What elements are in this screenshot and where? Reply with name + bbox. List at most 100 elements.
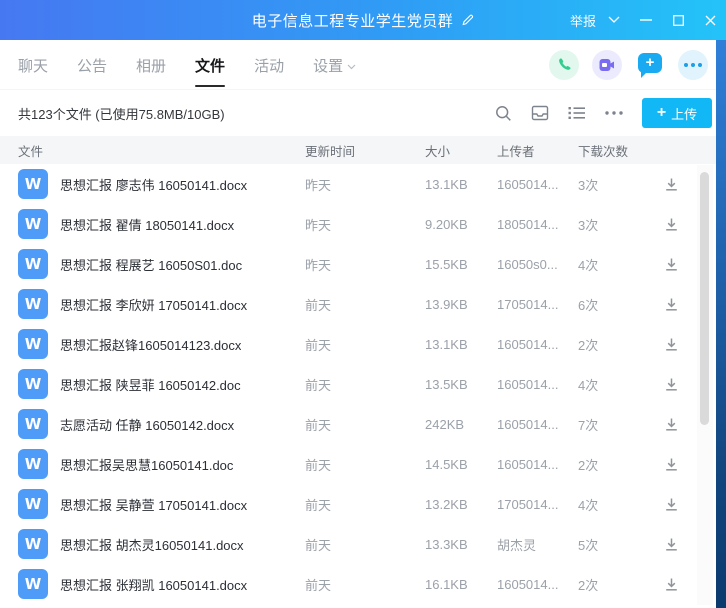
file-updated-time: 昨天 — [305, 215, 425, 234]
download-file-icon[interactable] — [662, 375, 681, 394]
file-cell: W 思想汇报 廖志伟 16050141.docx — [18, 169, 305, 199]
file-updated-time: 前天 — [305, 455, 425, 474]
download-file-icon[interactable] — [662, 255, 681, 274]
download-file-icon[interactable] — [662, 215, 681, 234]
file-row[interactable]: W 思想汇报 胡杰灵16050141.docx 前天 13.3KB 胡杰灵 5次 — [0, 524, 716, 564]
file-uploader: 1805014... — [497, 217, 578, 232]
download-file-icon[interactable] — [662, 295, 681, 314]
tab-settings[interactable]: 设置 — [313, 42, 356, 87]
file-row[interactable]: W 思想汇报 陕昱菲 16050142.doc 前天 13.5KB 160501… — [0, 364, 716, 404]
col-downloads: 下载次数 — [578, 141, 662, 160]
word-doc-icon: W — [18, 569, 48, 599]
file-download-count: 5次 — [578, 535, 662, 554]
col-updated: 更新时间 — [305, 141, 425, 160]
file-name: 思想汇报 张翔凯 16050141.docx — [60, 575, 247, 594]
file-updated-time: 昨天 — [305, 255, 425, 274]
tab-album[interactable]: 相册 — [136, 42, 166, 87]
tabs: 聊天 公告 相册 文件 活动 设置 — [18, 42, 356, 87]
file-list: W 思想汇报 廖志伟 16050141.docx 昨天 13.1KB 16050… — [0, 164, 716, 604]
tab-notice[interactable]: 公告 — [77, 42, 107, 87]
file-count-summary: 共123个文件 (已使用75.8MB/10GB) — [18, 104, 225, 123]
file-row[interactable]: W 思想汇报 翟倩 18050141.docx 昨天 9.20KB 180501… — [0, 204, 716, 244]
word-doc-icon: W — [18, 489, 48, 519]
file-row[interactable]: W 志愿活动 任静 16050142.docx 前天 242KB 1605014… — [0, 404, 716, 444]
file-updated-time: 昨天 — [305, 175, 425, 194]
word-doc-icon: W — [18, 329, 48, 359]
report-button[interactable]: 举报 — [570, 11, 598, 30]
word-doc-icon: W — [18, 409, 48, 439]
tab-activity[interactable]: 活动 — [254, 42, 284, 87]
toolbar-more-icon[interactable] — [605, 111, 623, 115]
file-size: 13.9KB — [425, 297, 497, 312]
word-doc-icon: W — [18, 249, 48, 279]
tab-chat[interactable]: 聊天 — [18, 42, 48, 87]
file-name: 志愿活动 任静 16050142.docx — [60, 415, 234, 434]
download-file-icon[interactable] — [662, 175, 681, 194]
download-file-icon[interactable] — [662, 455, 681, 474]
received-files-tray-icon[interactable] — [531, 105, 549, 121]
file-cell: W 思想汇报 李欣妍 17050141.docx — [18, 289, 305, 319]
col-file: 文件 — [18, 141, 305, 160]
file-download-count: 3次 — [578, 175, 662, 194]
file-row[interactable]: W 思想汇报赵锋1605014123.docx 前天 13.1KB 160501… — [0, 324, 716, 364]
list-view-icon[interactable] — [568, 106, 586, 120]
upload-button[interactable]: + 上传 — [642, 98, 712, 128]
window-edge-background — [716, 40, 726, 608]
edit-title-icon[interactable] — [460, 13, 474, 27]
file-name: 思想汇报 吴静萱 17050141.docx — [60, 495, 247, 514]
file-uploader: 1605014... — [497, 337, 578, 352]
file-download-count: 3次 — [578, 215, 662, 234]
file-row[interactable]: W 思想汇报 李欣妍 17050141.docx 前天 13.9KB 17050… — [0, 284, 716, 324]
file-uploader: 胡杰灵 — [497, 535, 578, 554]
download-file-icon[interactable] — [662, 535, 681, 554]
file-updated-time: 前天 — [305, 375, 425, 394]
file-cell: W 志愿活动 任静 16050142.docx — [18, 409, 305, 439]
word-doc-icon: W — [18, 449, 48, 479]
file-cell: W 思想汇报 陕昱菲 16050142.doc — [18, 369, 305, 399]
download-file-icon[interactable] — [662, 415, 681, 434]
window-controls: 举报 — [570, 0, 726, 40]
file-updated-time: 前天 — [305, 535, 425, 554]
file-name: 思想汇报吴思慧16050141.doc — [60, 455, 233, 474]
file-name: 思想汇报赵锋1605014123.docx — [60, 335, 241, 354]
feedback-bubble-icon[interactable]: + — [637, 52, 663, 78]
file-size: 13.1KB — [425, 177, 497, 192]
word-doc-icon: W — [18, 369, 48, 399]
close-button[interactable] — [694, 0, 726, 40]
scrollbar-thumb[interactable] — [700, 172, 709, 425]
file-name: 思想汇报 胡杰灵16050141.docx — [60, 535, 244, 554]
file-uploader: 1605014... — [497, 577, 578, 592]
file-row[interactable]: W 思想汇报 廖志伟 16050141.docx 昨天 13.1KB 16050… — [0, 164, 716, 204]
file-row[interactable]: W 思想汇报 张翔凯 16050141.docx 前天 16.1KB 16050… — [0, 564, 716, 604]
search-icon[interactable] — [495, 105, 512, 122]
word-doc-icon: W — [18, 209, 48, 239]
download-file-icon[interactable] — [662, 335, 681, 354]
group-title: 电子信息工程专业学生党员群 — [252, 10, 454, 31]
download-file-icon[interactable] — [662, 495, 681, 514]
file-row[interactable]: W 思想汇报 程展艺 16050S01.doc 昨天 15.5KB 16050s… — [0, 244, 716, 284]
file-name: 思想汇报 李欣妍 17050141.docx — [60, 295, 247, 314]
tab-bar: 聊天 公告 相册 文件 活动 设置 + — [0, 40, 726, 90]
file-size: 14.5KB — [425, 457, 497, 472]
file-row[interactable]: W 思想汇报 吴静萱 17050141.docx 前天 13.2KB 17050… — [0, 484, 716, 524]
table-header: 文件 更新时间 大小 上传者 下载次数 — [0, 136, 716, 164]
voice-call-icon[interactable] — [549, 50, 579, 80]
file-updated-time: 前天 — [305, 335, 425, 354]
file-cell: W 思想汇报 张翔凯 16050141.docx — [18, 569, 305, 599]
more-actions-icon[interactable] — [678, 50, 708, 80]
video-call-icon[interactable] — [592, 50, 622, 80]
minimize-button[interactable] — [630, 0, 662, 40]
tab-files[interactable]: 文件 — [195, 42, 225, 87]
file-row[interactable]: W 思想汇报吴思慧16050141.doc 前天 14.5KB 1605014.… — [0, 444, 716, 484]
file-download-count: 6次 — [578, 295, 662, 314]
word-doc-icon: W — [18, 169, 48, 199]
report-dropdown-chevron-icon[interactable] — [598, 0, 630, 40]
file-size: 13.3KB — [425, 537, 497, 552]
file-size: 13.1KB — [425, 337, 497, 352]
file-cell: W 思想汇报 程展艺 16050S01.doc — [18, 249, 305, 279]
download-file-icon[interactable] — [662, 575, 681, 594]
file-size: 13.2KB — [425, 497, 497, 512]
file-download-count: 7次 — [578, 415, 662, 434]
file-download-count: 4次 — [578, 375, 662, 394]
maximize-button[interactable] — [662, 0, 694, 40]
